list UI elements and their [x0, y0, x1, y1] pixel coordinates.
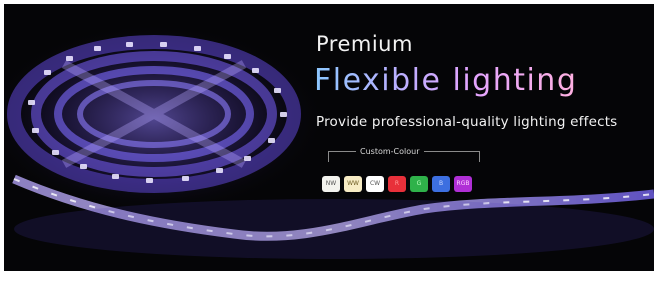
- swatch-nw: NW: [322, 176, 340, 192]
- custom-colour-label: Custom-Colour: [356, 147, 424, 156]
- swatch-ww: WW: [344, 176, 362, 192]
- tagline: Provide professional-quality lighting ef…: [316, 114, 618, 130]
- premium-heading: Premium: [316, 32, 413, 56]
- swatch-rgb: RGB: [454, 176, 472, 192]
- swatch-b: B: [432, 176, 450, 192]
- colour-swatches: NW WW CW R G B RGB: [322, 176, 472, 192]
- swatch-r: R: [388, 176, 406, 192]
- flexible-lighting-title: Flexible lighting: [314, 63, 578, 98]
- swatch-cw: CW: [366, 176, 384, 192]
- swatch-g: G: [410, 176, 428, 192]
- led-strip-banner: Premium Flexible lighting Provide profes…: [4, 4, 654, 271]
